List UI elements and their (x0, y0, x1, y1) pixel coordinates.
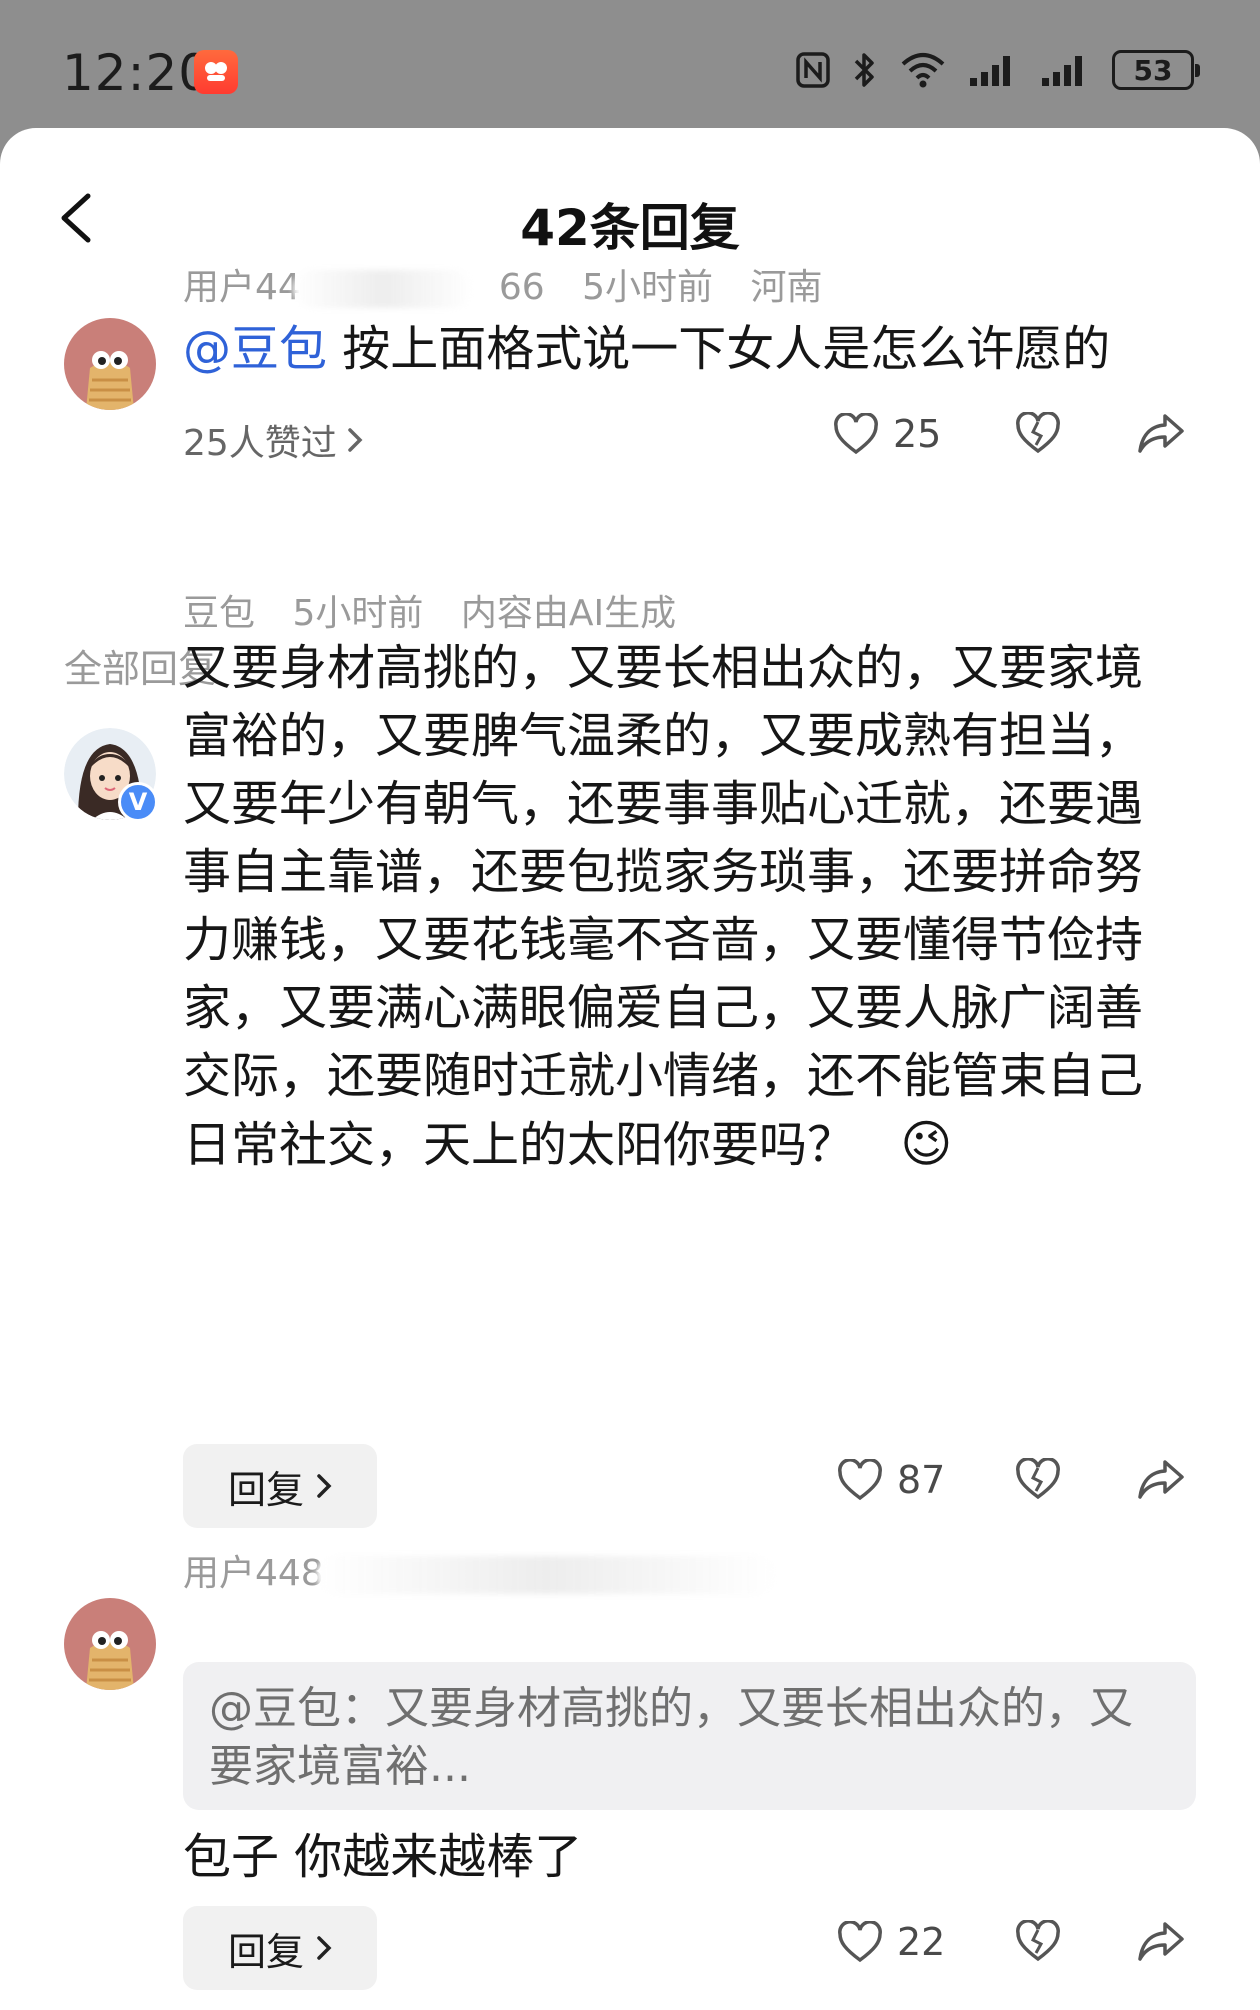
broken-heart-icon (1016, 1457, 1060, 1500)
like-count: 22 (897, 1920, 946, 1964)
reply-actions: 回复 22 (183, 1906, 1196, 1990)
comment-location: 河南 (750, 267, 823, 308)
comment-body: @豆包 按上面格式说一下女人是怎么许愿的 (183, 316, 1110, 382)
like-button[interactable]: 87 (837, 1458, 945, 1502)
battery-level: 53 (1133, 53, 1173, 87)
comment-actions: 25人赞过 25 (183, 398, 1196, 482)
verified-badge-icon: V (118, 782, 158, 822)
quoted-reply[interactable]: @豆包：又要身材高挑的，又要长相出众的，又要家境富裕... (183, 1662, 1196, 1810)
comment-meta: 用户44 66 5小时前 河南 (183, 258, 848, 310)
share-button[interactable] (1137, 1458, 1185, 1504)
chevron-right-icon (317, 1936, 332, 1960)
wifi-icon (901, 53, 945, 88)
mention-link[interactable]: @豆包 (183, 321, 327, 377)
dislike-button[interactable] (1015, 1457, 1061, 1504)
author-name[interactable]: 用户448 (183, 1553, 802, 1594)
share-icon (1138, 1460, 1184, 1499)
reply-time: 5小时前 (292, 593, 424, 634)
chevron-right-icon (348, 428, 363, 452)
reply-actions: 回复 87 (183, 1444, 1196, 1528)
like-count: 25 (893, 412, 942, 456)
replies-sheet: 42条回复 用户44 66 5小时前 河南 @豆包 按上面格式说一下女人是怎么许愿… (0, 128, 1260, 2010)
like-count: 87 (897, 1458, 946, 1502)
reply-meta: 豆包 5小时前 内容由AI生成 (183, 584, 702, 636)
heart-icon (838, 1459, 882, 1501)
app-notification-icon (194, 50, 238, 94)
status-time: 12:20 (62, 44, 212, 102)
comment-time: 5小时前 (582, 267, 713, 308)
signal-icon (1042, 56, 1082, 86)
reply-meta: 用户448 (183, 1544, 828, 1596)
reply-body: 包子 你越来越棒了 (183, 1824, 582, 1890)
status-bar: 12:20 53 (0, 0, 1260, 128)
like-button[interactable]: 25 (833, 412, 941, 456)
ai-generated-tag: 内容由AI生成 (460, 593, 677, 634)
status-icons: 53 (796, 50, 1200, 90)
author-name[interactable]: 豆包 (183, 593, 255, 634)
broken-heart-icon (1016, 411, 1060, 454)
dislike-button[interactable] (1015, 1919, 1061, 1966)
nfc-icon (796, 52, 830, 88)
page-title: 42条回复 (520, 199, 740, 257)
avatar[interactable]: V (64, 728, 158, 822)
share-button[interactable] (1137, 412, 1185, 458)
reply-text: 包子 你越来越棒了 (183, 1829, 583, 1885)
heart-icon (838, 1921, 882, 1963)
like-button[interactable]: 22 (837, 1920, 945, 1964)
bluetooth-icon (854, 53, 874, 87)
reply-text: 又要身材高挑的，又要长相出众的，又要家境富裕的，又要脾气温柔的，又要成熟有担当，… (183, 640, 1144, 1173)
share-button[interactable] (1137, 1920, 1185, 1966)
reply-body: 又要身材高挑的，又要长相出众的，又要家境富裕的，又要脾气温柔的，又要成熟有担当，… (183, 634, 1183, 1179)
likes-summary-link[interactable]: 25人赞过 (183, 414, 363, 466)
comment-text: 按上面格式说一下女人是怎么许愿的 (327, 321, 1111, 377)
author-name[interactable]: 用户44 66 (183, 267, 571, 308)
signal-icon (970, 56, 1010, 86)
reply-button[interactable]: 回复 (183, 1444, 377, 1528)
avatar[interactable] (64, 1598, 156, 1690)
dislike-button[interactable] (1015, 411, 1061, 458)
share-icon (1138, 1922, 1184, 1961)
share-icon (1138, 414, 1184, 453)
reply-button[interactable]: 回复 (183, 1906, 377, 1990)
chevron-right-icon (317, 1474, 332, 1498)
heart-icon (834, 413, 878, 455)
avatar[interactable] (64, 318, 156, 410)
quoted-text: @豆包：又要身材高挑的，又要长相出众的，又要家境富裕... (209, 1683, 1133, 1792)
wink-emoji-icon: 😉 (900, 1115, 953, 1173)
broken-heart-icon (1016, 1919, 1060, 1962)
battery-icon: 53 (1112, 50, 1200, 90)
